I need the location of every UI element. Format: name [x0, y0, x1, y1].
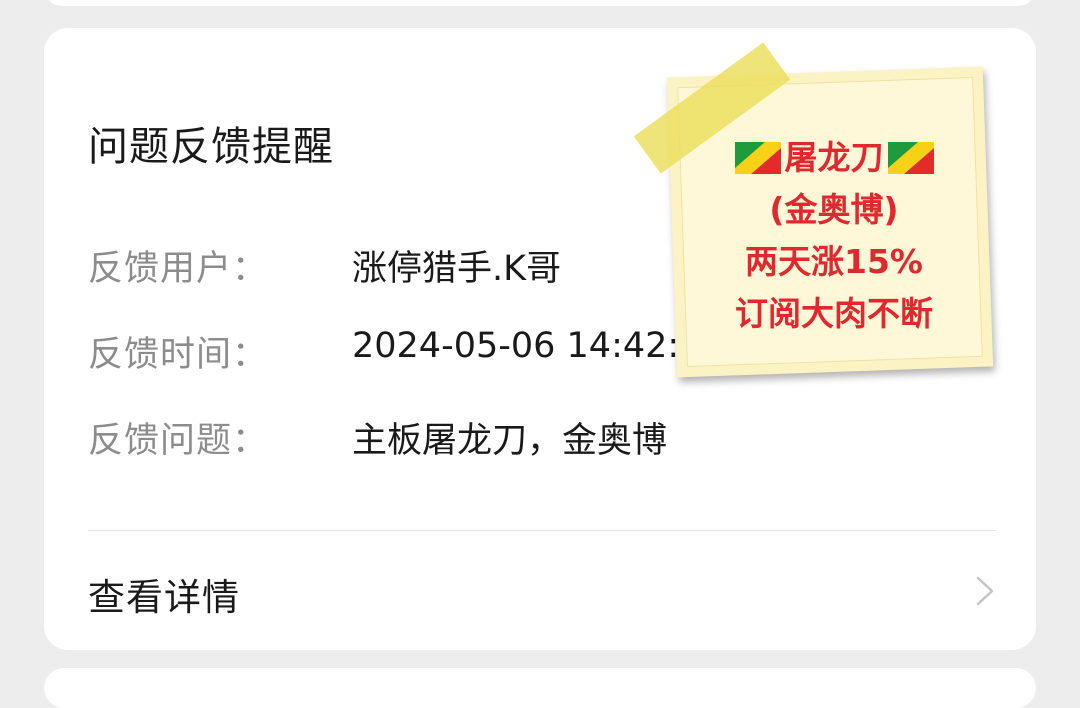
- note-line-1: 屠龙刀: [698, 132, 970, 184]
- note-line-1-text: 屠龙刀: [784, 138, 884, 177]
- congo-flag-icon: [734, 142, 781, 174]
- feedback-user-label: 反馈用户：: [88, 249, 269, 289]
- note-line-3: 两天涨15%: [745, 242, 923, 281]
- congo-flag-icon: [887, 142, 934, 174]
- card-title: 问题反馈提醒: [88, 124, 334, 170]
- feedback-time-label: 反馈时间：: [88, 335, 269, 375]
- feedback-user-value: 涨停猎手.K哥: [352, 249, 562, 289]
- note-line-2: (金奥博): [769, 190, 899, 229]
- previous-card: [44, 0, 1036, 6]
- feedback-issue-label: 反馈问题：: [88, 421, 269, 461]
- chevron-right-icon: [976, 576, 994, 606]
- next-card: [44, 668, 1036, 708]
- feedback-issue-value: 主板屠龙刀，金奥博: [352, 421, 668, 461]
- note-line-4: 订阅大肉不断: [735, 294, 933, 333]
- view-details-label: 查看详情: [88, 576, 240, 619]
- sticky-note-text: 屠龙刀 (金奥博) 两天涨15% 订阅大肉不断: [698, 132, 970, 340]
- view-details-link[interactable]: 查看详情: [44, 531, 1036, 650]
- feedback-time-value: 2024-05-06 14:42:58: [352, 326, 724, 366]
